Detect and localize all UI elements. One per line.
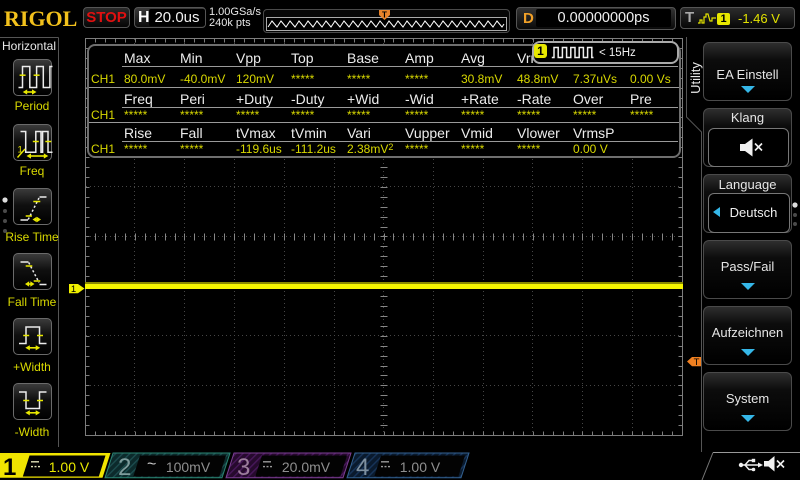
svg-text:~: ~ <box>147 456 156 473</box>
svg-text:1.00 V: 1.00 V <box>49 459 90 475</box>
svg-text:100mV: 100mV <box>166 459 211 475</box>
svg-text:1.00 V: 1.00 V <box>400 459 441 475</box>
svg-text:2: 2 <box>118 454 131 480</box>
svg-text:20.0mV: 20.0mV <box>282 459 331 475</box>
svg-text:1: 1 <box>71 284 76 295</box>
svg-text:1: 1 <box>3 454 16 480</box>
svg-text:3: 3 <box>237 454 250 480</box>
svg-text:4: 4 <box>356 454 369 480</box>
